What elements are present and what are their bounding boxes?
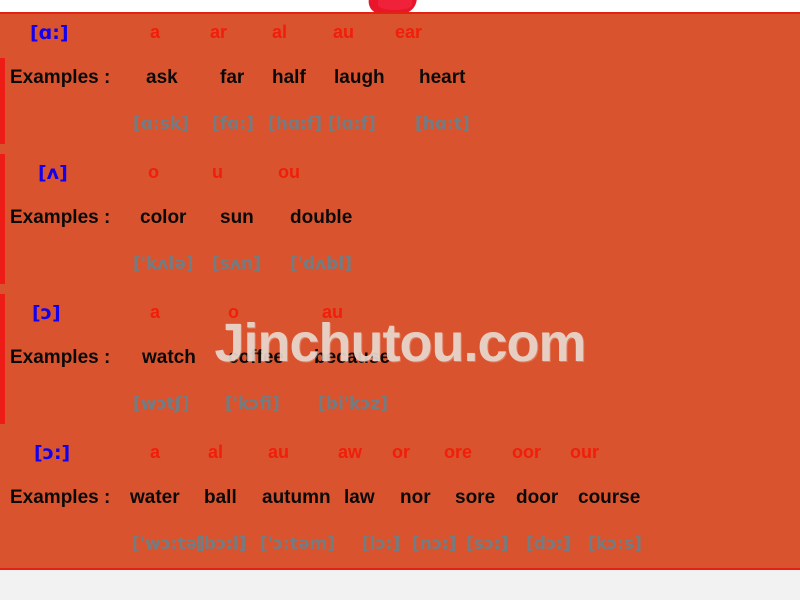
spelling-pattern: o [148,162,159,182]
spelling-pattern: ear [395,22,423,42]
spelling-row: [ʌ] o u ou [0,162,800,192]
slide-root: [ɑ:] a ar al au ear Examples : ask far half laugh h… [0,0,800,600]
spelling-pattern: a [150,22,161,42]
example-word: coffee [228,347,284,368]
ipa-transcription: [kɔ:s] [588,534,642,554]
ipa-transcription: [hɑ:f] [268,114,323,134]
spelling-pattern: au [333,22,355,42]
example-word: ask [146,67,178,88]
ipa-transcription: [bi'kɔz] [318,394,389,414]
spelling-pattern: o [228,302,239,322]
example-word: double [290,207,353,228]
example-word: far [220,67,245,88]
example-word: watch [142,347,196,368]
example-word: heart [419,67,466,88]
examples-label: Examples : [10,347,111,368]
spelling-pattern: al [208,442,224,462]
spelling-pattern: or [392,442,410,462]
example-word: law [344,487,375,508]
ipa-transcription: [nɔ:] [412,534,457,554]
spelling-pattern: oor [512,442,541,462]
ipa-transcription: [wɔtʃ] [133,394,190,414]
ipa-transcription: ['dʌbl] [290,254,352,274]
example-word: door [516,487,559,508]
example-word: water [130,487,180,508]
ipa-transcription: ['wɔ:tə] [132,534,205,554]
ipa-transcription: [ɑ:sk] [133,114,189,134]
examples-row: Examples : ask far half laugh heart [0,67,800,99]
spelling-pattern: ar [210,22,228,42]
phonetic-symbol: [ʌ] [38,162,68,184]
bottom-white-strip [0,570,800,600]
ipa-transcription: ['kʌlə] [133,254,194,274]
spelling-pattern: aw [338,442,363,462]
example-word: laugh [334,67,385,88]
spelling-pattern: a [150,442,161,462]
transcription-row: ['kʌlə] [sʌn] ['dʌbl] [0,254,800,284]
example-word: color [140,207,187,228]
example-word: sun [220,207,254,228]
spelling-pattern: ore [444,442,473,462]
example-word: half [272,67,306,88]
ipa-transcription: ['kɔfi] [225,394,280,414]
examples-row: Examples : watch coffee because [0,347,800,379]
ipa-transcription: [bɔ:l] [196,534,247,554]
examples-label: Examples : [10,207,111,228]
spelling-pattern: u [212,162,223,182]
examples-row: Examples : color sun double [0,207,800,239]
spelling-row: [ɑ:] a ar al au ear [0,22,800,52]
examples-label: Examples : [10,487,111,508]
phonetic-symbol: [ɑ:] [30,22,69,44]
ipa-transcription: [dɔ:] [526,534,571,554]
ipa-transcription: [hɑ:t] [415,114,470,134]
spelling-pattern: a [150,302,161,322]
spelling-pattern: au [322,302,344,322]
phonetic-symbol: [ɔ:] [34,442,71,464]
spelling-row: [ɔ] a o au [0,302,800,332]
example-word: ball [204,487,237,508]
ipa-transcription: [fɑ:] [212,114,254,134]
spelling-row: [ɔ:] a al au aw or ore oor our [0,442,800,472]
ipa-transcription: [lɔ:] [362,534,401,554]
transcription-row: ['wɔ:tə] [bɔ:l] ['ɔ:təm] [lɔ:] [nɔ:] [sɔ:] [dɔ… [0,534,800,564]
vowel-groups-container: [ɑ:] a ar al au ear Examples : ask far half laugh h… [0,14,800,572]
content-panel: [ɑ:] a ar al au ear Examples : ask far half laugh h… [0,12,800,570]
spelling-pattern: au [268,442,290,462]
example-word: because [314,347,391,368]
red-decorative-tab-inner-icon [378,0,412,10]
ipa-transcription: [sɔ:] [466,534,509,554]
examples-label: Examples : [10,67,111,88]
spelling-pattern: al [272,22,288,42]
ipa-transcription: ['ɔ:təm] [260,534,335,554]
example-word: autumn [262,487,331,508]
example-word: sore [455,487,496,508]
example-word: course [578,487,641,508]
phonetic-symbol: [ɔ] [32,302,61,324]
ipa-transcription: [sʌn] [212,254,261,274]
spelling-pattern: our [570,442,599,462]
ipa-transcription: [lɑ:f] [328,114,376,134]
transcription-row: [wɔtʃ] ['kɔfi] [bi'kɔz] [0,394,800,424]
example-word: nor [400,487,431,508]
transcription-row: [ɑ:sk] [fɑ:] [hɑ:f] [lɑ:f] [hɑ:t] [0,114,800,144]
spelling-pattern: ou [278,162,300,182]
examples-row: Examples : water ball autumn law nor sore door c… [0,487,800,519]
